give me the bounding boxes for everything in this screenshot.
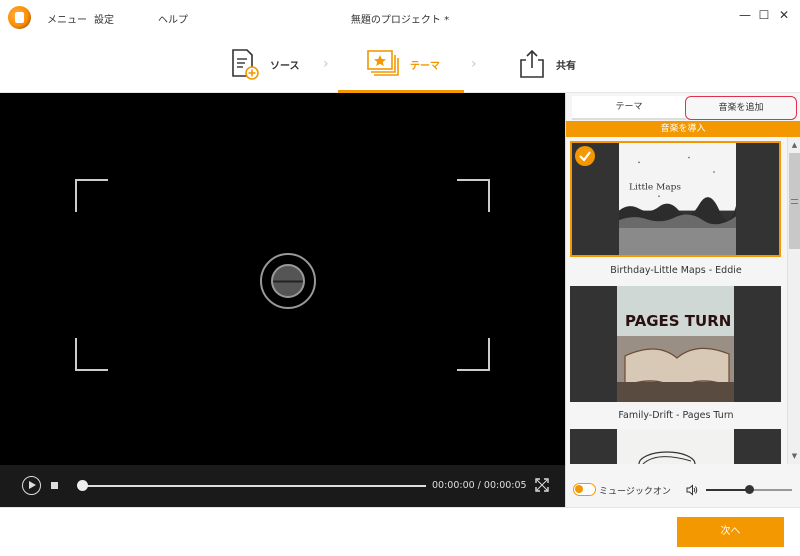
steps-bar: ソース › テーマ › 共有: [0, 36, 800, 93]
theme-thumbnail: PAGES TURN: [617, 286, 734, 402]
seek-thumb[interactable]: [77, 480, 88, 491]
tab-add-music[interactable]: 音楽を追加: [685, 96, 797, 120]
camera-lens-icon: [260, 253, 316, 309]
theme-thumbnail: Little Maps: [619, 143, 736, 255]
theme-card[interactable]: [570, 429, 781, 464]
checkmark-icon: [575, 146, 595, 166]
seek-bar[interactable]: [79, 485, 426, 487]
theme-title: Birthday-Little Maps - Eddie: [610, 265, 742, 276]
frame-corner: [75, 338, 108, 371]
step-share-label: 共有: [556, 60, 576, 72]
chevron-right-icon: ›: [323, 56, 329, 72]
tab-theme[interactable]: テーマ: [572, 96, 686, 120]
theme-card[interactable]: Little Maps: [570, 141, 781, 257]
theme-list-scrollbar[interactable]: ▲ ▼: [787, 137, 800, 464]
minimize-icon[interactable]: —: [737, 7, 753, 23]
footer: 次へ: [0, 507, 800, 556]
fullscreen-icon[interactable]: [535, 478, 549, 492]
scrollbar-grip-icon: [791, 199, 798, 204]
chevron-right-icon: ›: [471, 56, 477, 72]
stop-icon[interactable]: [51, 482, 58, 489]
maximize-icon[interactable]: ☐: [756, 7, 772, 23]
step-theme-label: テーマ: [410, 60, 440, 72]
window-title: 無題のプロジェクト *: [350, 15, 450, 26]
step-theme[interactable]: テーマ: [366, 44, 440, 84]
theme-thumbnail: [617, 429, 734, 464]
video-preview: [0, 93, 565, 465]
theme-panel: テーマ 音楽を追加 音楽を導入 Little Maps Birthday-Lit…: [565, 93, 800, 507]
timecode: 00:00:00 / 00:00:05: [432, 480, 527, 491]
frame-corner: [75, 179, 108, 212]
volume-thumb[interactable]: [744, 485, 754, 494]
speaker-icon[interactable]: [686, 484, 698, 496]
next-button[interactable]: 次へ: [677, 517, 784, 547]
music-toggle[interactable]: [573, 483, 596, 496]
theme-star-icon: [367, 50, 399, 76]
step-source-label: ソース: [270, 60, 300, 72]
player-controls: 00:00:00 / 00:00:05: [0, 465, 565, 507]
music-controls: ミュージックオン: [566, 476, 800, 504]
theme-art-text: PAGES TURN: [625, 312, 731, 330]
step-source[interactable]: ソース: [230, 44, 300, 84]
frame-corner: [457, 179, 490, 212]
import-music-button[interactable]: 音楽を導入: [566, 121, 800, 137]
theme-card[interactable]: PAGES TURN: [570, 286, 781, 402]
frame-corner: [457, 338, 490, 371]
theme-title: Family-Drift - Pages Turn: [618, 410, 734, 421]
close-icon[interactable]: ✕: [776, 7, 792, 23]
music-toggle-label: ミュージックオン: [599, 487, 671, 497]
play-icon[interactable]: [22, 476, 41, 495]
scroll-up-icon[interactable]: ▲: [789, 139, 800, 151]
source-doc-icon: [232, 49, 259, 80]
theme-list: Little Maps Birthday-Little Maps - Eddie…: [566, 137, 786, 464]
title-bar: メニュー 設定 ヘルプ 無題のプロジェクト * — ☐ ✕: [0, 0, 800, 36]
scroll-down-icon[interactable]: ▼: [789, 450, 800, 462]
volume-fill: [706, 489, 749, 491]
step-share[interactable]: 共有: [518, 44, 576, 84]
theme-art-text: Little Maps: [629, 182, 681, 192]
share-upload-icon: [520, 49, 544, 78]
